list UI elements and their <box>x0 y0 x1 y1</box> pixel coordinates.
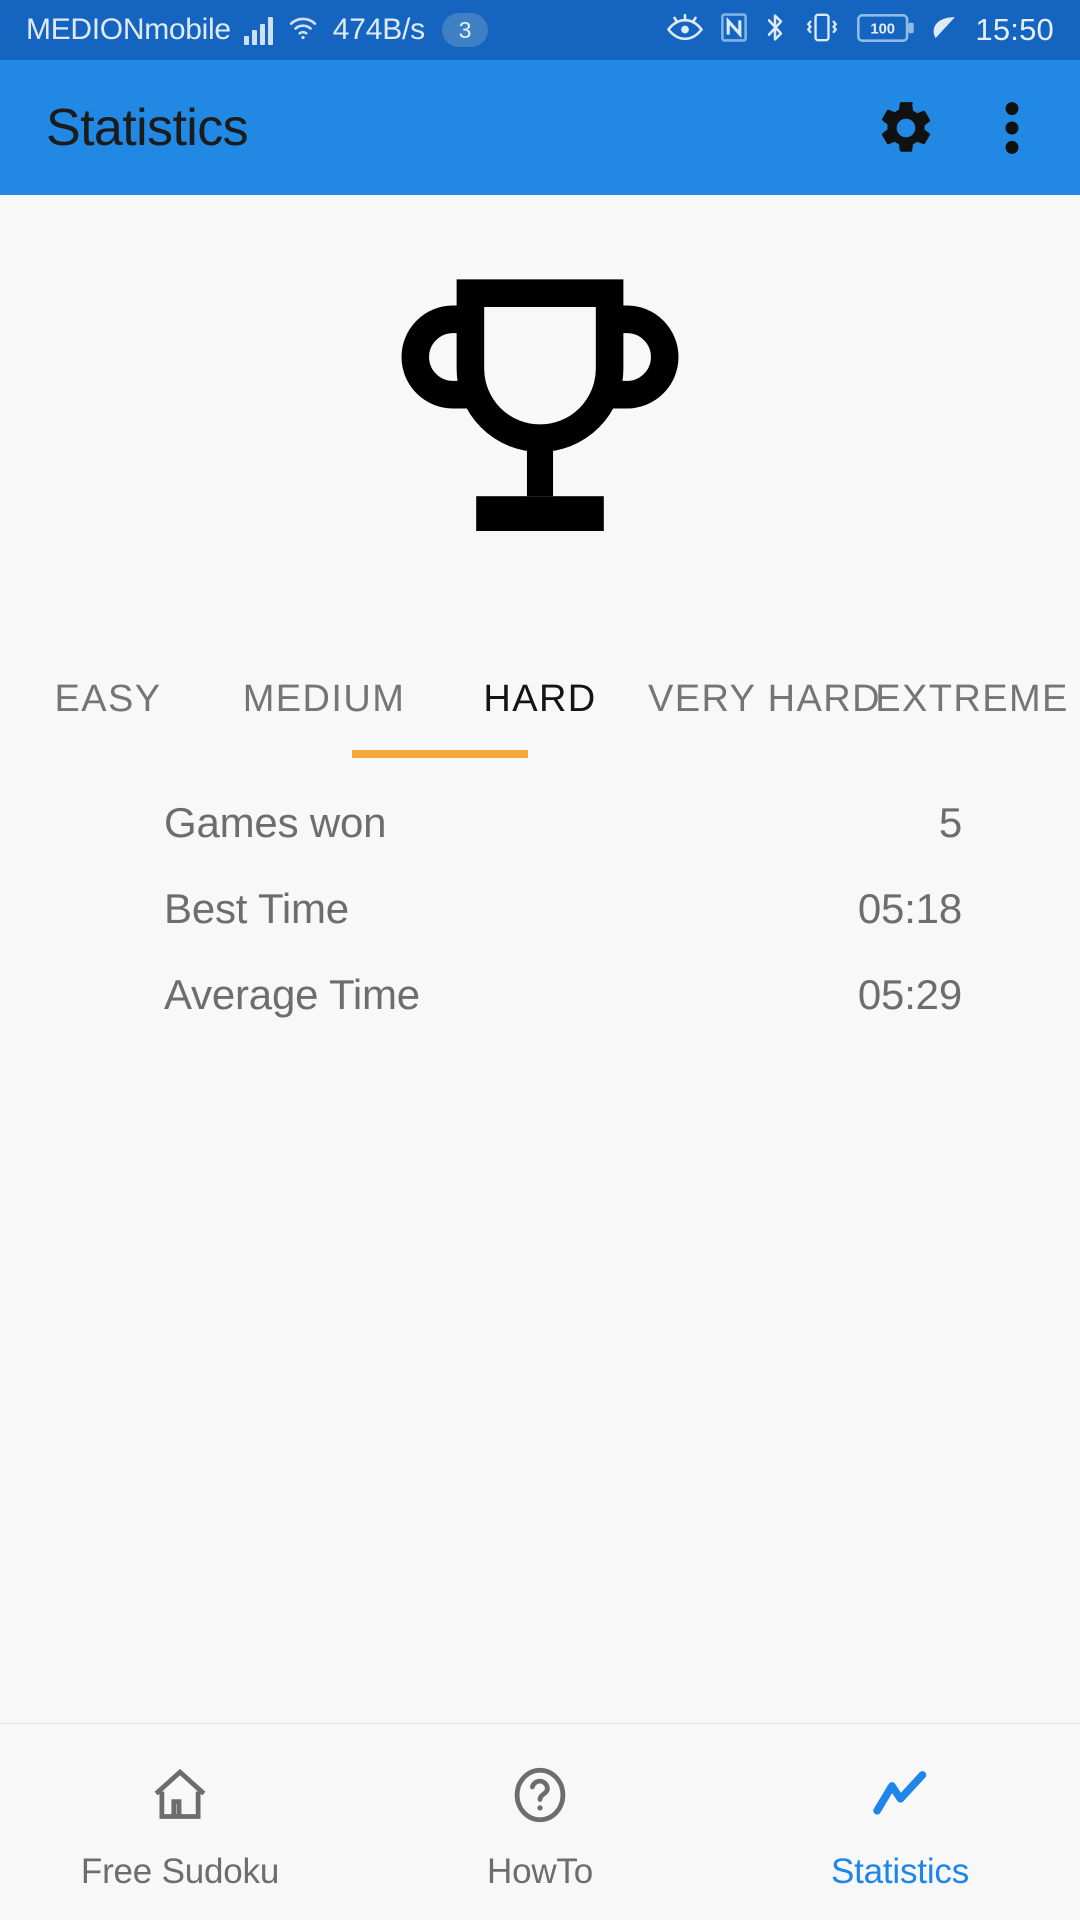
signal-bars-icon <box>243 15 273 45</box>
carrier-label: MEDIONmobile <box>26 13 231 46</box>
status-bar-left: MEDIONmobile 474B/s 3 <box>26 13 488 48</box>
bluetooth-icon <box>763 12 787 48</box>
eco-leaf-icon <box>929 13 959 48</box>
stat-label: Best Time <box>164 885 349 932</box>
settings-button[interactable] <box>860 82 952 174</box>
status-bar-right: 100 15:50 <box>665 12 1054 48</box>
bottom-navigation: Free Sudoku HowTo Statistics <box>0 1723 1080 1920</box>
nav-label: HowTo <box>487 1852 593 1891</box>
difficulty-tabs[interactable]: EASY MEDIUM HARD VERY HARD EXTREME <box>0 640 1080 758</box>
nav-item-free-sudoku[interactable]: Free Sudoku <box>0 1724 360 1920</box>
data-rate-label: 474B/s <box>332 13 425 46</box>
main-content: EASY MEDIUM HARD VERY HARD EXTREME Games… <box>0 195 1080 1723</box>
clock-label: 15:50 <box>975 12 1054 47</box>
table-row: Average Time 05:29 <box>0 952 1080 1038</box>
trophy-hero <box>0 195 1080 640</box>
tab-extreme[interactable]: EXTREME <box>864 640 1080 758</box>
stat-label: Games won <box>164 799 387 846</box>
wifi-icon <box>286 13 320 48</box>
app-bar-actions <box>860 82 1080 174</box>
table-row: Best Time 05:18 <box>0 866 1080 952</box>
app-bar: Statistics <box>0 60 1080 195</box>
tab-very-hard[interactable]: VERY HARD <box>648 640 880 758</box>
eye-icon <box>665 13 705 48</box>
notification-count-badge: 3 <box>441 13 488 47</box>
page-title: Statistics <box>46 98 249 157</box>
stat-value: 5 <box>938 799 962 846</box>
line-chart-icon <box>869 1758 931 1832</box>
tab-hard[interactable]: HARD <box>432 640 648 758</box>
nfc-icon <box>719 12 749 48</box>
vibrate-icon <box>801 12 843 48</box>
stats-table: Games won 5 Best Time 05:18 Average Time… <box>0 758 1080 1038</box>
svg-text:100: 100 <box>871 21 896 37</box>
trophy-icon <box>395 270 685 565</box>
nav-item-howto[interactable]: HowTo <box>360 1724 720 1920</box>
stat-value: 05:18 <box>857 885 962 932</box>
tab-indicator <box>352 750 528 758</box>
nav-item-statistics[interactable]: Statistics <box>720 1724 1080 1920</box>
tab-medium[interactable]: MEDIUM <box>216 640 432 758</box>
phone-screen: MEDIONmobile 474B/s 3 100 15:50 Statisti… <box>0 0 1080 1920</box>
tab-easy[interactable]: EASY <box>0 640 216 758</box>
home-icon <box>149 1758 211 1832</box>
stat-label: Average Time <box>164 971 420 1018</box>
status-bar: MEDIONmobile 474B/s 3 100 15:50 <box>0 0 1080 60</box>
nav-label: Statistics <box>830 1852 970 1891</box>
table-row: Games won 5 <box>0 780 1080 866</box>
overflow-menu-button[interactable] <box>966 82 1058 174</box>
battery-icon: 100 <box>857 13 915 48</box>
help-circle-icon <box>509 1758 571 1832</box>
stat-value: 05:29 <box>857 971 962 1018</box>
nav-label: Free Sudoku <box>80 1852 280 1891</box>
